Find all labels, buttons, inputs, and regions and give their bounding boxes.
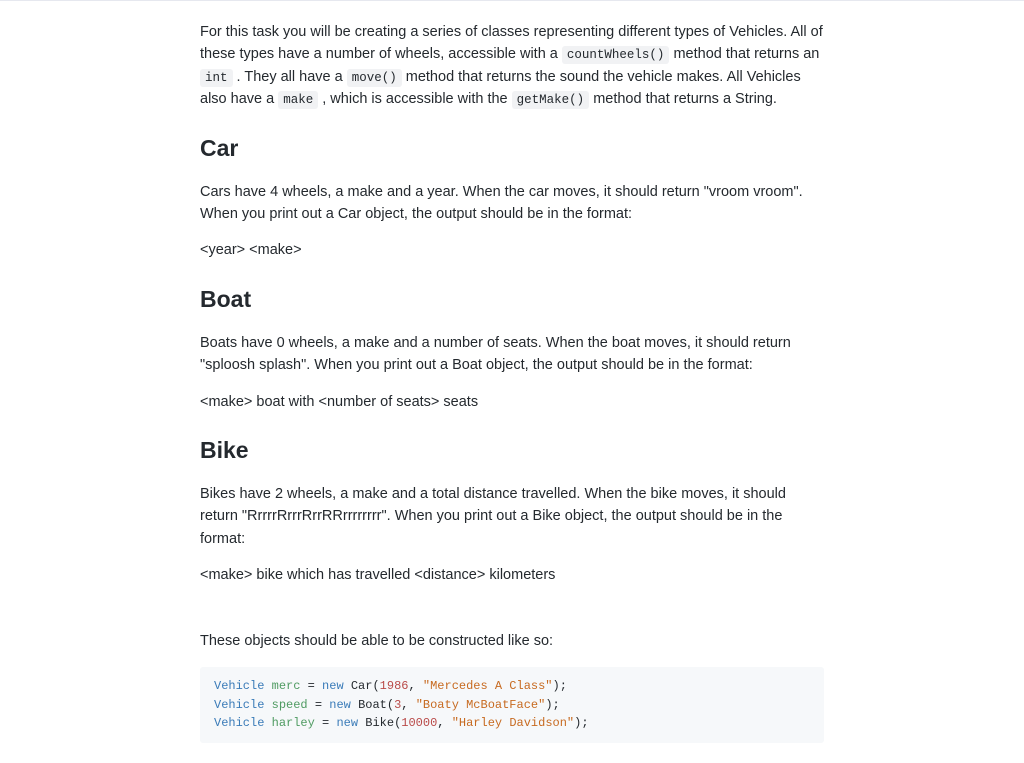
token-class: Boat [358,698,387,712]
intro-text: method that returns a String. [593,91,777,107]
heading-car: Car [200,131,824,167]
code-make: make [278,91,318,109]
token-punc: = [322,716,329,730]
token-punc: ); [553,679,567,693]
code-int: int [200,69,233,87]
bike-description: Bikes have 2 wheels, a make and a total … [200,483,824,550]
token-number: 1986 [380,679,409,693]
token-string: "Harley Davidson" [452,716,574,730]
bike-format: <make> bike which has travelled <distanc… [200,564,824,586]
car-format: <year> <make> [200,239,824,261]
document-body: For this task you will be creating a ser… [0,1,1024,763]
intro-text: method that returns an [673,46,819,62]
heading-bike: Bike [200,433,824,469]
boat-description: Boats have 0 wheels, a make and a number… [200,332,824,377]
token-class: Car [351,679,373,693]
token-punc: ); [545,698,559,712]
token-keyword: new [329,698,351,712]
intro-text: . They all have a [237,69,347,85]
token-var: speed [272,698,308,712]
code-countwheels: countWheels() [562,46,670,64]
car-description: Cars have 4 wheels, a make and a year. W… [200,181,824,226]
boat-format: <make> boat with <number of seats> seats [200,391,824,413]
token-punc: ( [372,679,379,693]
token-punc: ); [574,716,588,730]
token-number: 3 [394,698,401,712]
token-var: merc [272,679,301,693]
code-move: move() [347,69,402,87]
code-block: Vehicle merc = new Car(1986, "Mercedes A… [200,667,824,743]
spacer [200,604,824,630]
token-class: Bike [365,716,394,730]
token-punc: = [308,679,315,693]
token-punc: , [401,698,408,712]
intro-text: , which is accessible with the [322,91,511,107]
token-type: Vehicle [214,716,264,730]
token-type: Vehicle [214,679,264,693]
token-punc: = [315,698,322,712]
token-var: harley [272,716,315,730]
heading-boat: Boat [200,282,824,318]
intro-paragraph: For this task you will be creating a ser… [200,21,824,111]
token-keyword: new [336,716,358,730]
token-string: "Boaty McBoatFace" [416,698,546,712]
token-punc: ( [387,698,394,712]
token-string: "Mercedes A Class" [423,679,553,693]
token-punc: , [437,716,444,730]
token-punc: ( [394,716,401,730]
token-number: 10000 [401,716,437,730]
token-punc: , [408,679,415,693]
token-type: Vehicle [214,698,264,712]
token-keyword: new [322,679,344,693]
code-getmake: getMake() [512,91,590,109]
construct-note: These objects should be able to be const… [200,630,824,652]
